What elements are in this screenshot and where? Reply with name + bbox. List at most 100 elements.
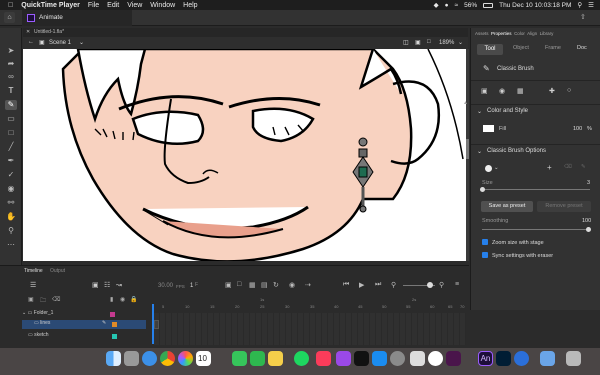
battery-percent[interactable]: 56% — [464, 2, 477, 9]
timeline-menu-icon[interactable]: ≡ — [455, 281, 459, 288]
draw-behind-icon[interactable]: ▦ — [517, 87, 524, 95]
tab-properties[interactable]: Properties — [491, 31, 512, 36]
smoothing-value[interactable]: 100 — [582, 218, 591, 224]
menu-view[interactable]: View — [127, 2, 142, 9]
control-center-icon[interactable]: ☰ — [588, 1, 594, 9]
step-back-icon[interactable]: ⏮ — [343, 281, 349, 289]
dropbox-icon[interactable]: ◆ — [434, 1, 439, 9]
zoom-in-icon[interactable]: ⚲ — [439, 281, 444, 289]
spotify-icon[interactable] — [294, 351, 309, 366]
layer-lines[interactable]: ▭ lines ✎ — [22, 320, 146, 329]
quicktime-icon[interactable] — [514, 351, 529, 366]
chrome-icon[interactable] — [160, 351, 175, 366]
frame-ruler[interactable]: 1s 2s 5 10 15 20 25 30 35 40 45 50 55 60… — [150, 297, 466, 312]
tab-output[interactable]: Output — [50, 268, 65, 274]
collapse-icon[interactable]: ⌄ — [477, 108, 482, 115]
slack-icon[interactable] — [446, 351, 461, 366]
rectangle-tool-icon[interactable]: □ — [5, 128, 17, 138]
frame-number[interactable]: 1 — [190, 283, 193, 289]
layers-icon[interactable]: ☰ — [30, 281, 36, 289]
timeline-zoom-thumb[interactable] — [427, 282, 433, 288]
add-brush-icon[interactable]: + — [547, 163, 552, 172]
brush-tool-icon[interactable]: ✎ — [5, 100, 17, 110]
battery-icon[interactable] — [483, 2, 494, 8]
finder-icon[interactable] — [106, 351, 121, 366]
podcasts-icon[interactable] — [336, 351, 351, 366]
screen-record-icon[interactable]: ● — [445, 2, 449, 9]
bone-tool-icon[interactable]: ⚯ — [5, 198, 17, 208]
pen-tool-icon[interactable]: ✒ — [5, 156, 17, 166]
more-tools-icon[interactable]: ⋯ — [5, 240, 17, 250]
subtab-doc[interactable]: Doc — [577, 45, 587, 51]
preview-icon[interactable] — [410, 351, 425, 366]
camera-icon[interactable]: ▣ — [92, 281, 99, 289]
subselection-tool-icon[interactable]: ➦ — [5, 59, 17, 69]
layer-sketch[interactable]: ▭ sketch — [22, 332, 146, 341]
fill-swatch[interactable] — [483, 125, 494, 132]
sync-with-eraser-checkbox[interactable] — [482, 252, 488, 258]
scene-name[interactable]: Scene 1 — [49, 40, 71, 46]
eraser-tool-icon[interactable]: ▭ — [5, 114, 17, 124]
selection-tool-icon[interactable]: ➤ — [5, 46, 17, 56]
document-tab[interactable]: ✕ Untitled-1.fla* — [23, 28, 468, 37]
menu-edit[interactable]: Edit — [107, 2, 119, 9]
eye-icon[interactable]: ◉ — [120, 296, 125, 303]
new-layer-icon[interactable]: ▣ — [28, 296, 34, 303]
blank-keyframe-icon[interactable]: □ — [237, 281, 241, 288]
notes-icon[interactable] — [268, 351, 283, 366]
frame-grid[interactable] — [154, 313, 466, 345]
apple-icon[interactable]:  — [8, 2, 13, 9]
menu-app-name[interactable]: QuickTime Player — [21, 2, 80, 9]
loop-icon[interactable]: ↻ — [273, 281, 279, 289]
line-tool-icon[interactable]: ╱ — [5, 142, 17, 152]
animate-icon[interactable]: An — [478, 351, 493, 366]
keyframe-cell[interactable] — [154, 320, 159, 329]
menu-file[interactable]: File — [88, 2, 99, 9]
clip-icon[interactable]: □ — [427, 39, 431, 45]
remove-preset-button[interactable]: Remove preset — [537, 201, 591, 212]
folder-expand-icon[interactable]: ⌄ — [22, 310, 26, 316]
fill-percent[interactable]: 100 — [573, 126, 582, 132]
onion-skin-icon[interactable]: ◉ — [289, 281, 295, 289]
zoom-out-icon[interactable]: ⚲ — [391, 281, 396, 289]
smoothing-slider[interactable] — [482, 229, 590, 230]
calendar-icon[interactable]: 10 — [196, 351, 211, 366]
pressure-icon[interactable]: ✚ — [549, 87, 555, 95]
lock-icon[interactable]: 🔒 — [130, 296, 137, 303]
tilt-icon[interactable]: ○ — [567, 87, 571, 94]
symbol-icon[interactable]: ◫ — [403, 39, 409, 46]
subtab-tool[interactable]: Tool — [477, 44, 503, 55]
scene-dropdown-icon[interactable]: ⌄ — [79, 39, 84, 46]
facetime-icon[interactable] — [250, 351, 265, 366]
step-forward-icon[interactable]: ⏭ — [375, 281, 381, 289]
photoshop-icon[interactable] — [496, 351, 511, 366]
tab-library[interactable]: Library — [540, 31, 554, 36]
smoothing-slider-thumb[interactable] — [586, 227, 591, 232]
fps-value[interactable]: 30.00 — [158, 283, 173, 289]
menu-window[interactable]: Window — [150, 2, 175, 9]
zoom-tool-icon[interactable]: ⚲ — [5, 226, 17, 236]
search-icon[interactable]: ⚲ — [577, 1, 582, 9]
stage-center-icon[interactable]: ▣ — [415, 39, 421, 46]
size-slider-thumb[interactable] — [480, 187, 485, 192]
brush-mode-icon[interactable]: ◉ — [499, 87, 505, 95]
tab-color[interactable]: Color — [514, 31, 525, 36]
layer-folder[interactable]: ⌄ ▭ Folder_1 — [22, 310, 146, 319]
layer-depth-icon[interactable]: ☷ — [104, 281, 110, 289]
messages-icon[interactable] — [232, 351, 247, 366]
paint-bucket-icon[interactable]: ◉ — [5, 184, 17, 194]
brush-shape-dropdown-icon[interactable]: ⌄ — [494, 165, 499, 171]
home-icon[interactable]: ⌂ — [4, 12, 15, 23]
remove-frame-icon[interactable]: ▤ — [261, 281, 268, 289]
lasso-tool-icon[interactable]: ∞ — [5, 72, 17, 82]
zoom-value[interactable]: 189% — [439, 40, 454, 46]
system-preferences-icon[interactable] — [390, 351, 405, 366]
tv-icon[interactable] — [354, 351, 369, 366]
menu-help[interactable]: Help — [183, 2, 197, 9]
delete-layer-icon[interactable]: ⌫ — [52, 296, 60, 303]
tab-align[interactable]: Align — [527, 31, 537, 36]
save-preset-button[interactable]: Save as preset — [481, 201, 533, 212]
tween-icon[interactable]: ⇢ — [305, 281, 311, 289]
new-folder-icon[interactable]: 🗀 — [40, 296, 46, 306]
edit-brush-icon[interactable]: ✎ — [581, 164, 586, 170]
